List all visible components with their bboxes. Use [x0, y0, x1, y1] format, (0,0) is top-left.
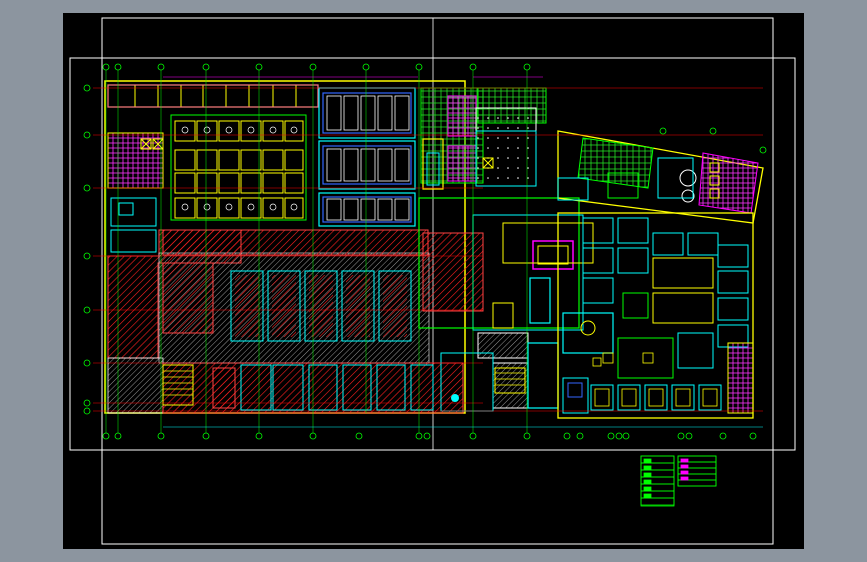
legend-table	[640, 455, 717, 507]
legend-swatch	[643, 493, 652, 499]
legend-swatch	[680, 470, 689, 475]
legend-swatch	[680, 476, 689, 481]
legend-swatch	[643, 465, 652, 471]
legend-swatch	[643, 472, 652, 478]
legend-swatch	[680, 458, 689, 463]
right-wing	[557, 130, 764, 419]
grid-bubbles-left	[83, 84, 91, 415]
cad-viewport[interactable]	[63, 13, 804, 549]
legend-swatch	[643, 479, 652, 485]
floor-plan-drawing	[69, 17, 796, 545]
legend-swatch	[680, 464, 689, 469]
grid-bubbles-bottom	[102, 432, 757, 440]
legend-row	[677, 479, 717, 487]
legend-swatch	[643, 486, 652, 492]
legend-swatch	[643, 458, 652, 464]
legend-row	[640, 497, 675, 506]
